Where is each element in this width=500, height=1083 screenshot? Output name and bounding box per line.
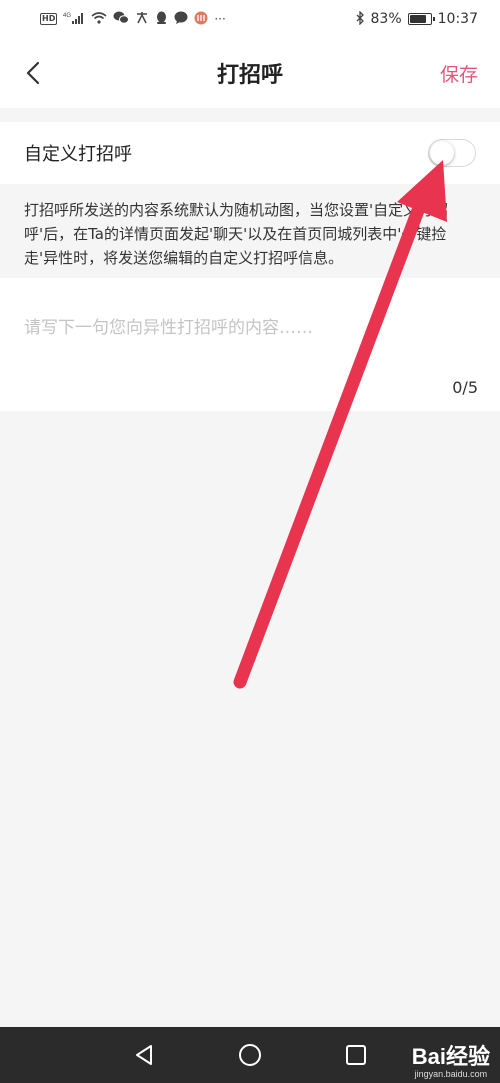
watermark-url: jingyan.baidu.com [414, 1069, 488, 1079]
wifi-icon [91, 11, 107, 27]
nav-bar: 打招呼 保存 [0, 38, 500, 108]
battery-level-fill [409, 15, 427, 23]
hd-badge: HD [40, 13, 58, 25]
status-right-icons: 83% 10:37 [355, 9, 478, 28]
system-nav-bar: Bai经验 jingyan.baidu.com [0, 1027, 500, 1083]
more-notifications-icon: ··· [214, 12, 226, 26]
message-icon [174, 11, 188, 27]
status-time: 10:37 [437, 11, 478, 27]
custom-greeting-toggle[interactable] [428, 139, 476, 167]
watermark-logo: Bai经验 [411, 1044, 490, 1069]
toggle-knob [430, 141, 454, 165]
app-notification-icon [194, 11, 208, 28]
triangle-back-icon [136, 1045, 152, 1065]
circle-home-icon [239, 1044, 261, 1066]
bluetooth-icon [355, 9, 365, 28]
square-recents-icon [346, 1045, 366, 1065]
description-box: 打招呼所发送的内容系统默认为随机动图，当您设置'自定义打招呼'后，在Ta的详情页… [0, 184, 500, 278]
custom-greeting-label: 自定义打招呼 [24, 144, 132, 165]
status-bar: HD 4G ··· 83% 10:37 [0, 0, 500, 38]
system-back-button[interactable] [130, 1041, 158, 1069]
save-button[interactable]: 保存 [440, 60, 478, 87]
greeting-editor: 0/5 [0, 278, 500, 411]
chevron-left-icon [26, 61, 40, 85]
back-button[interactable] [18, 58, 48, 88]
greeting-input[interactable] [24, 308, 474, 348]
system-recents-button[interactable] [342, 1041, 370, 1069]
wechat-icon [113, 11, 130, 27]
qq-icon [155, 11, 168, 28]
system-home-button[interactable] [236, 1041, 264, 1069]
battery-percent: 83% [370, 11, 402, 27]
network-type-label: 4G [63, 13, 71, 19]
battery-icon [407, 13, 435, 25]
translate-icon [135, 11, 149, 27]
character-counter: 0/5 [452, 378, 478, 397]
status-left-icons: HD 4G ··· [40, 11, 226, 28]
custom-greeting-row: 自定义打招呼 [0, 122, 500, 184]
signal-icon: 4G [63, 12, 85, 27]
page-title: 打招呼 [216, 63, 283, 88]
description-text: 打招呼所发送的内容系统默认为随机动图，当您设置'自定义打招呼'后，在Ta的详情页… [24, 201, 449, 267]
baidu-jingyan-watermark: Bai经验 jingyan.baidu.com [411, 1044, 490, 1080]
